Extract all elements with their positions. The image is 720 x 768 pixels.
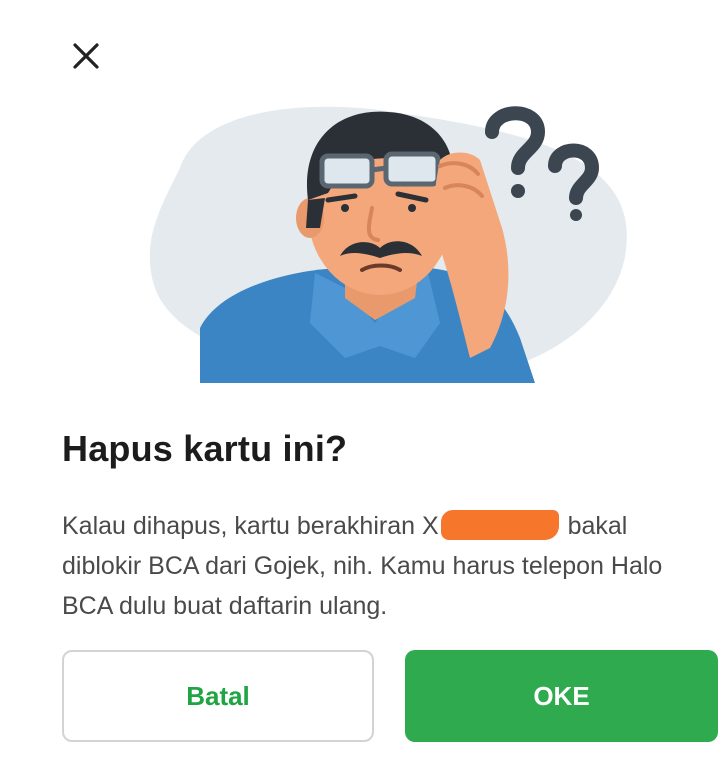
close-button[interactable] <box>62 32 110 80</box>
ok-button[interactable]: OKE <box>405 650 718 742</box>
confused-man-illustration <box>140 88 640 388</box>
redaction-mark <box>440 510 559 540</box>
dialog-message: Kalau dihapus, kartu berakhiran X bakal … <box>62 506 712 626</box>
dialog-message-part1: Kalau dihapus, kartu berakhiran X <box>62 512 439 540</box>
cancel-button[interactable]: Batal <box>62 650 374 742</box>
close-icon <box>73 43 99 69</box>
dialog-title: Hapus kartu ini? <box>62 428 348 469</box>
